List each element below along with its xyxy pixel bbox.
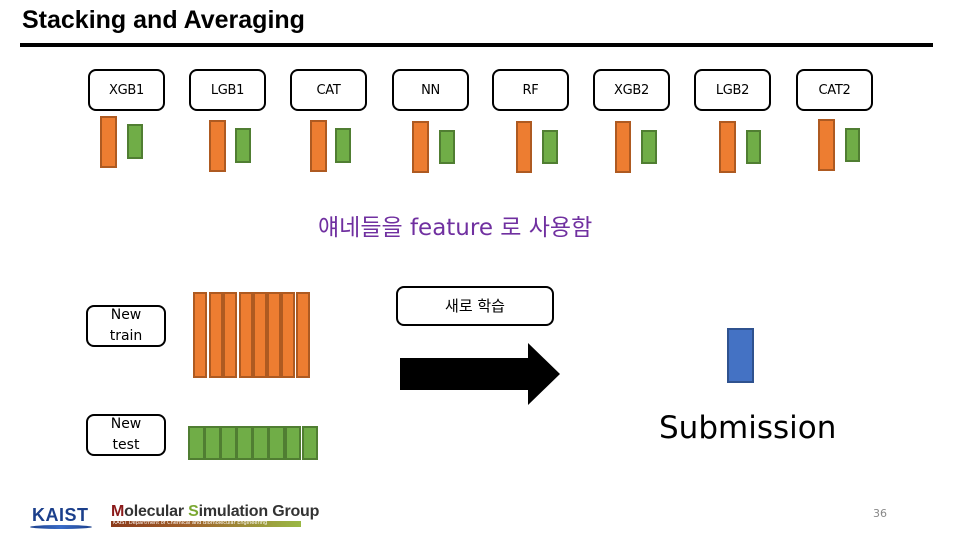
kaist-logo-text: KAIST: [32, 505, 89, 525]
arrow-shape: [400, 343, 560, 405]
new-test-line2: test: [112, 437, 140, 453]
new-test-column: [285, 426, 301, 460]
new-test-label: New test: [86, 414, 166, 456]
retrain-label: 새로 학습: [396, 286, 554, 326]
group-subtitle: KAIST Department of Chemical and Biomole…: [113, 520, 268, 526]
molecular-simulation-group-logo: Molecular Simulation Group KAIST Departm…: [111, 503, 320, 529]
submission-label: Submission: [659, 410, 837, 446]
new-test-column: [204, 426, 221, 460]
train-pred-bar-cat: [310, 120, 327, 172]
new-train-column: [253, 292, 267, 378]
new-train-column: [223, 292, 237, 378]
slide-title: Stacking and Averaging: [22, 6, 305, 34]
model-box-xgb2: XGB2: [593, 69, 670, 111]
test-pred-bar-cat: [335, 128, 351, 163]
new-test-column: [188, 426, 205, 460]
test-pred-bar-xgb2: [641, 130, 657, 164]
title-divider: [20, 43, 933, 47]
train-pred-bar-rf: [516, 121, 532, 173]
new-train-column: [281, 292, 295, 378]
test-pred-bar-lgb2: [746, 130, 761, 164]
test-pred-bar-rf: [542, 130, 558, 164]
new-test-column: [236, 426, 253, 460]
new-test-column: [220, 426, 237, 460]
feature-note: 얘네들을 feature 로 사용함: [318, 215, 593, 241]
model-box-cat: CAT: [290, 69, 367, 111]
model-box-xgb1: XGB1: [88, 69, 165, 111]
new-test-column: [268, 426, 285, 460]
new-train-column: [267, 292, 281, 378]
train-pred-bar-lgb2: [719, 121, 736, 173]
submission-bar: [727, 328, 754, 383]
train-pred-bar-lgb1: [209, 120, 226, 172]
new-train-column: [239, 292, 253, 378]
page-number: 36: [873, 507, 887, 520]
test-pred-bar-nn: [439, 130, 455, 164]
group-name: Molecular Simulation Group: [111, 503, 320, 520]
test-pred-bar-lgb1: [235, 128, 251, 163]
new-train-column: [209, 292, 223, 378]
new-train-column: [296, 292, 310, 378]
model-box-cat2: CAT2: [796, 69, 873, 111]
model-box-lgb2: LGB2: [694, 69, 771, 111]
new-train-label: New train: [86, 305, 166, 347]
right-arrow-icon: [400, 343, 560, 405]
new-test-line1: New: [110, 416, 142, 432]
train-pred-bar-xgb2: [615, 121, 631, 173]
kaist-logo: KAIST: [30, 505, 94, 529]
new-train-column: [193, 292, 207, 378]
model-box-nn: NN: [392, 69, 469, 111]
model-box-rf: RF: [492, 69, 569, 111]
model-box-lgb1: LGB1: [189, 69, 266, 111]
new-train-line1: New: [110, 307, 142, 323]
kaist-swoosh-icon: [30, 525, 92, 529]
train-pred-bar-cat2: [818, 119, 835, 171]
test-pred-bar-xgb1: [127, 124, 143, 159]
new-train-line2: train: [109, 328, 143, 344]
train-pred-bar-xgb1: [100, 116, 117, 168]
new-test-column: [302, 426, 318, 460]
train-pred-bar-nn: [412, 121, 429, 173]
test-pred-bar-cat2: [845, 128, 860, 162]
new-test-column: [252, 426, 269, 460]
